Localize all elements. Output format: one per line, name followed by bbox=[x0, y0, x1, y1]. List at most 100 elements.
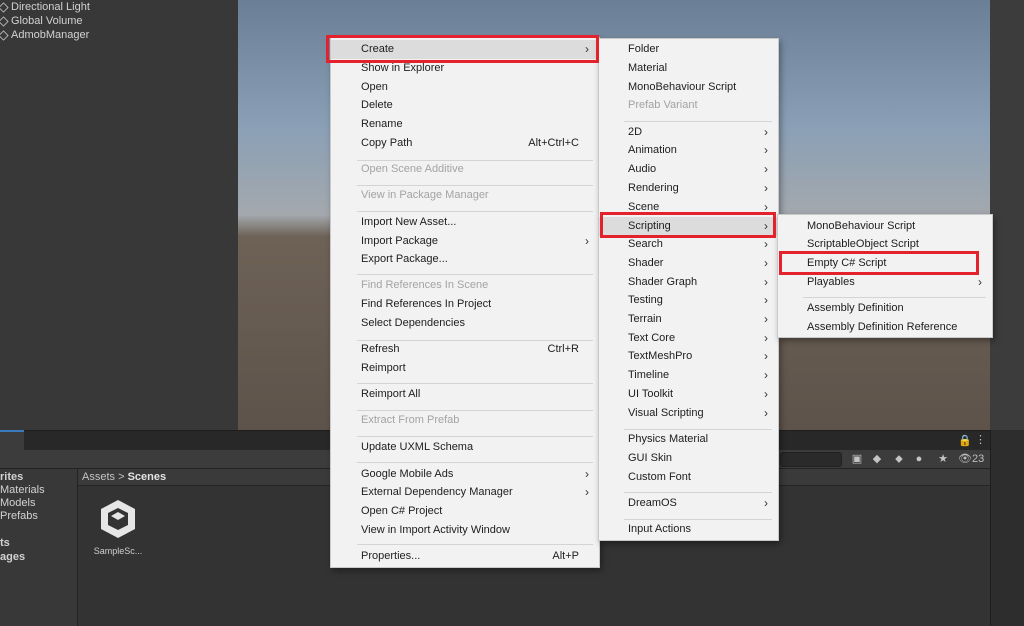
create-item-label: Visual Scripting bbox=[628, 407, 704, 419]
menu-item-external-dependency-manager[interactable]: External Dependency Manager › bbox=[331, 483, 599, 502]
menu-separator bbox=[357, 462, 593, 463]
hierarchy-item[interactable]: Directional Light bbox=[0, 0, 90, 14]
chevron-right-icon: › bbox=[764, 275, 768, 289]
menu-item-update-uxml-schema[interactable]: Update UXML Schema bbox=[331, 438, 599, 457]
gameobject-icon bbox=[0, 29, 9, 41]
create-item-label: Testing bbox=[628, 294, 663, 306]
create-item-2d[interactable]: 2D › bbox=[599, 123, 778, 142]
menu-item-rename[interactable]: Rename bbox=[331, 115, 599, 134]
create-item-visual-scripting[interactable]: Visual Scripting › bbox=[599, 404, 778, 423]
warning-icon[interactable]: ● bbox=[912, 452, 926, 466]
tree-item-assets[interactable]: ts bbox=[0, 537, 10, 549]
create-item-label: Folder bbox=[628, 43, 660, 55]
hierarchy-item-label: Global Volume bbox=[11, 15, 83, 27]
chevron-right-icon: › bbox=[764, 387, 768, 401]
tree-item-packages[interactable]: ages bbox=[0, 551, 25, 563]
more-options-icon[interactable]: ⋮ bbox=[975, 433, 986, 446]
unity-scene-icon bbox=[101, 500, 135, 538]
menu-item-reimport-all[interactable]: Reimport All bbox=[331, 385, 599, 404]
menu-item-reimport[interactable]: Reimport bbox=[331, 359, 599, 378]
menu-item-properties[interactable]: Properties... Alt+P bbox=[331, 547, 599, 566]
create-item-folder[interactable]: Folder bbox=[599, 40, 778, 59]
create-item-label: MonoBehaviour Script bbox=[628, 81, 737, 93]
menu-item-label: View in Package Manager bbox=[361, 189, 489, 201]
create-item-monobehaviour-script[interactable]: MonoBehaviour Script bbox=[599, 78, 778, 97]
create-item-label: Input Actions bbox=[628, 523, 691, 535]
create-item-gui-skin[interactable]: GUI Skin bbox=[599, 449, 778, 468]
create-item-material[interactable]: Material bbox=[599, 59, 778, 78]
breadcrumb-current[interactable]: Scenes bbox=[128, 471, 167, 483]
create-item-label: Physics Material bbox=[628, 433, 709, 445]
star-icon[interactable]: ★ bbox=[936, 452, 950, 466]
asset-label: SampleSc... bbox=[93, 546, 143, 556]
menu-item-label: Properties... bbox=[361, 550, 421, 562]
create-item-timeline[interactable]: Timeline › bbox=[599, 366, 778, 385]
create-item-text-core[interactable]: Text Core › bbox=[599, 329, 778, 348]
hierarchy-item[interactable]: AdmobManager bbox=[0, 28, 89, 42]
menu-separator bbox=[357, 160, 593, 161]
search-by-type-icon[interactable]: ▣ bbox=[850, 452, 864, 466]
menu-item-delete[interactable]: Delete bbox=[331, 96, 599, 115]
create-item-label: Custom Font bbox=[628, 471, 691, 483]
breadcrumb-root[interactable]: Assets bbox=[82, 471, 115, 483]
menu-item-label: View in Import Activity Window bbox=[361, 524, 510, 536]
menu-item-import-new-asset[interactable]: Import New Asset... bbox=[331, 213, 599, 232]
scripting-item-playables[interactable]: Playables › bbox=[778, 273, 992, 292]
tag-icon[interactable]: ⬥ bbox=[892, 452, 906, 466]
project-search-input[interactable] bbox=[780, 452, 842, 467]
hidden-count[interactable]: 👁23 bbox=[958, 452, 984, 465]
menu-item-view-in-import-activity-window[interactable]: View in Import Activity Window bbox=[331, 521, 599, 540]
create-item-label: 2D bbox=[628, 126, 643, 138]
create-item-input-actions[interactable]: Input Actions bbox=[599, 520, 778, 539]
menu-item-select-dependencies[interactable]: Select Dependencies bbox=[331, 314, 599, 333]
menu-item-label: External Dependency Manager bbox=[361, 486, 513, 498]
create-item-rendering[interactable]: Rendering › bbox=[599, 179, 778, 198]
tab-project[interactable] bbox=[0, 430, 24, 450]
tree-item[interactable]: Prefabs bbox=[0, 510, 38, 522]
chevron-right-icon: › bbox=[764, 125, 768, 139]
create-item-dreamos[interactable]: DreamOS › bbox=[599, 494, 778, 513]
create-item-textmeshpro[interactable]: TextMeshPro › bbox=[599, 347, 778, 366]
hierarchy-item[interactable]: Global Volume bbox=[0, 14, 83, 28]
menu-item-refresh[interactable]: Refresh Ctrl+R bbox=[331, 340, 599, 359]
tree-item-favorites[interactable]: rites bbox=[0, 471, 23, 483]
menu-item-export-package[interactable]: Export Package... bbox=[331, 250, 599, 269]
search-by-label-icon[interactable]: ◆ bbox=[870, 452, 884, 466]
scripting-item-monobehaviour-script[interactable]: MonoBehaviour Script bbox=[778, 217, 992, 236]
tree-item[interactable]: Models bbox=[0, 497, 35, 509]
chevron-right-icon: › bbox=[585, 467, 589, 481]
chevron-right-icon: › bbox=[585, 485, 589, 499]
scripting-item-assembly-definition[interactable]: Assembly Definition bbox=[778, 299, 992, 318]
create-item-animation[interactable]: Animation › bbox=[599, 141, 778, 160]
menu-separator bbox=[624, 429, 772, 430]
menu-item-copy-path[interactable]: Copy Path Alt+Ctrl+C bbox=[331, 134, 599, 153]
create-item-shader-graph[interactable]: Shader Graph › bbox=[599, 273, 778, 292]
create-item-audio[interactable]: Audio › bbox=[599, 160, 778, 179]
menu-separator bbox=[624, 492, 772, 493]
menu-item-open[interactable]: Open bbox=[331, 78, 599, 97]
menu-item-open-c-project[interactable]: Open C# Project bbox=[331, 502, 599, 521]
menu-item-label: Import New Asset... bbox=[361, 216, 457, 228]
asset-scene[interactable]: SampleSc... bbox=[92, 498, 144, 560]
unity-editor: Directional Light Global Volume AdmobMan… bbox=[0, 0, 1024, 626]
create-item-physics-material[interactable]: Physics Material bbox=[599, 430, 778, 449]
chevron-right-icon: › bbox=[764, 496, 768, 510]
menu-separator bbox=[357, 544, 593, 545]
tree-item[interactable]: Materials bbox=[0, 484, 45, 496]
hierarchy-panel: Directional Light Global Volume AdmobMan… bbox=[0, 0, 238, 430]
menu-item-label: Open Scene Additive bbox=[361, 163, 464, 175]
menu-item-label: Export Package... bbox=[361, 253, 448, 265]
create-item-ui-toolkit[interactable]: UI Toolkit › bbox=[599, 385, 778, 404]
create-item-shader[interactable]: Shader › bbox=[599, 254, 778, 273]
context-menu-main: Create › Show in Explorer Open Delete Rename C… bbox=[330, 37, 600, 568]
menu-item-import-package[interactable]: Import Package › bbox=[331, 232, 599, 251]
menu-item-label: Reimport All bbox=[361, 388, 421, 400]
create-item-custom-font[interactable]: Custom Font bbox=[599, 468, 778, 487]
scripting-item-assembly-definition-reference[interactable]: Assembly Definition Reference bbox=[778, 318, 992, 337]
lock-icon[interactable]: 🔒 bbox=[958, 434, 972, 447]
create-item-terrain[interactable]: Terrain › bbox=[599, 310, 778, 329]
create-item-testing[interactable]: Testing › bbox=[599, 291, 778, 310]
menu-item-google-mobile-ads[interactable]: Google Mobile Ads › bbox=[331, 465, 599, 484]
breadcrumb-separator: > bbox=[118, 471, 125, 483]
menu-item-find-references-in-project[interactable]: Find References In Project bbox=[331, 295, 599, 314]
